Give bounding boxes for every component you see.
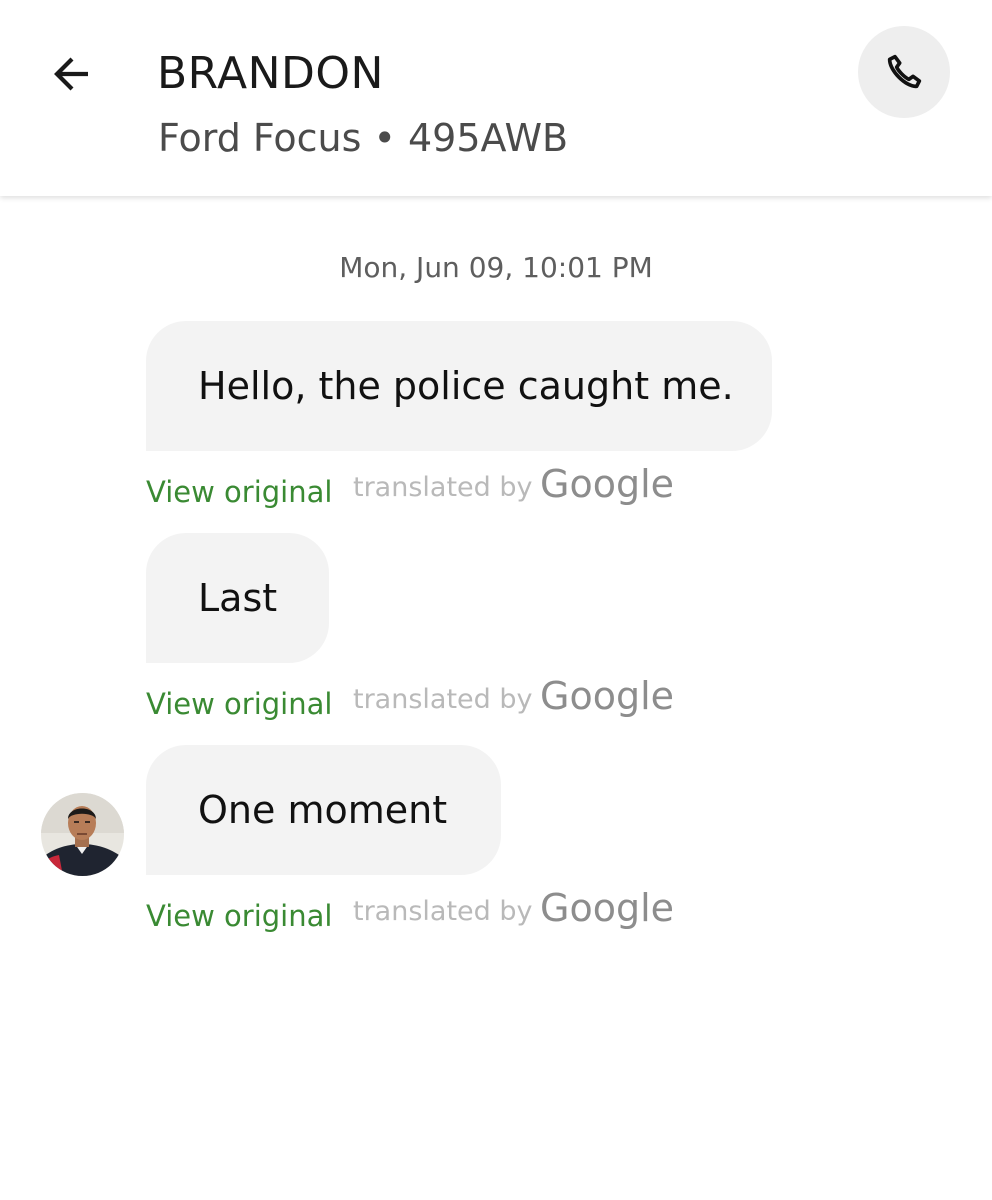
translated-by-label: translated by <box>353 684 533 715</box>
arrow-left-icon <box>54 57 88 91</box>
translated-by-label: translated by <box>353 472 533 503</box>
translated-by-label: translated by <box>353 896 533 927</box>
call-button[interactable] <box>858 26 950 118</box>
message-bubble: Last <box>146 533 329 663</box>
view-original-link[interactable]: View original <box>146 472 332 512</box>
google-attribution: Google <box>540 674 675 718</box>
back-button[interactable] <box>40 42 104 106</box>
google-attribution: Google <box>540 886 675 930</box>
chat-header: BRANDON Ford Focus • 495AWB <box>0 0 992 196</box>
message-bubble: One moment <box>146 745 501 875</box>
view-original-link[interactable]: View original <box>146 684 332 724</box>
driver-avatar <box>41 793 124 876</box>
vehicle-info: Ford Focus • 495AWB <box>158 116 569 160</box>
message-text: Hello, the police caught me. <box>198 364 734 408</box>
driver-name: BRANDON <box>157 48 384 99</box>
translation-info: View original translated by Google <box>146 886 706 940</box>
message-text: Last <box>198 576 278 620</box>
conversation-timestamp: Mon, Jun 09, 10:01 PM <box>339 251 653 284</box>
message-text: One moment <box>198 788 448 832</box>
google-attribution: Google <box>540 462 675 506</box>
translation-info: View original translated by Google <box>146 462 706 516</box>
phone-icon <box>887 54 922 89</box>
translation-info: View original translated by Google <box>146 674 706 728</box>
message-bubble: Hello, the police caught me. <box>146 321 772 451</box>
view-original-link[interactable]: View original <box>146 896 332 936</box>
